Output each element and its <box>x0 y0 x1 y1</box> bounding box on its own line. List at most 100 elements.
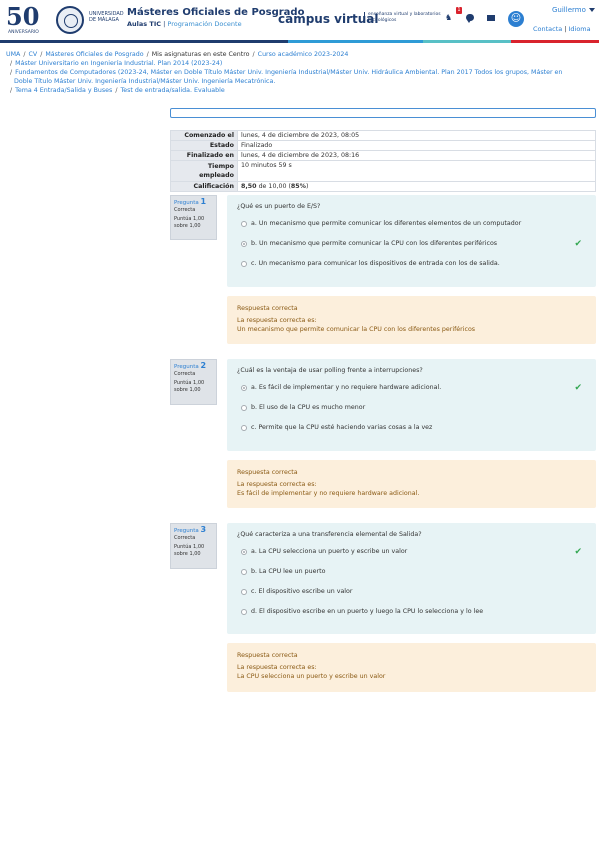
university-name: UNIVERSIDAD DE MÁLAGA <box>89 11 124 23</box>
breadcrumb-cv[interactable]: CV <box>28 51 37 58</box>
breadcrumb-masteres[interactable]: Másteres Oficiales de Posgrado <box>45 51 143 58</box>
feedback-status: Respuesta correcta <box>237 469 298 476</box>
summary-label: Tiempo empleado <box>170 160 238 182</box>
answer-option[interactable]: c. Un mecanismo para comunicar los dispo… <box>237 260 586 280</box>
feedback-box-1: Respuesta correcta La respuesta correcta… <box>227 296 596 344</box>
summary-label: Estado <box>170 140 238 151</box>
question-text: ¿Qué es un puerto de E/S? <box>237 203 321 210</box>
user-menu[interactable]: Guillermo <box>552 6 595 14</box>
grade-close: ) <box>306 183 309 190</box>
question-info-1: Pregunta 1 Correcta Puntúa 1,00 sobre 1,… <box>170 195 217 240</box>
question-text: ¿Qué caracteriza a una transferencia ele… <box>237 531 422 538</box>
question-status: Correcta <box>174 206 196 213</box>
aulas-tic-link[interactable]: Aulas TIC <box>127 20 161 28</box>
radio-button[interactable] <box>241 241 247 247</box>
summary-value: lunes, 4 de diciembre de 2023, 08:05 <box>237 130 596 141</box>
question-box-3: ¿Qué caracteriza a una transferencia ele… <box>227 523 596 634</box>
answer-option[interactable]: b. El uso de la CPU es mucho menor <box>237 404 586 424</box>
question-number: Pregunta 2 <box>174 361 207 371</box>
table-row: Calificación 8,50 de 10,00 (85%) <box>170 181 596 192</box>
answer-option[interactable]: b. Un mecanismo que permite comunicar la… <box>237 240 586 260</box>
summary-value: 10 minutos 59 s <box>237 160 596 182</box>
radio-button[interactable] <box>241 609 247 615</box>
summary-label: Comenzado el <box>170 130 238 141</box>
answer-option[interactable]: a. Es fácil de implementar y no requiere… <box>237 384 586 404</box>
breadcrumb-master-ii[interactable]: Máster Universitario en Ingeniería Indus… <box>15 60 222 67</box>
question-number: Pregunta 1 <box>174 197 207 207</box>
breadcrumb-uma[interactable]: UMA <box>6 51 20 58</box>
link-separator: | <box>564 25 567 33</box>
breadcrumb-curso[interactable]: Curso académico 2023-2024 <box>258 51 349 58</box>
radio-button[interactable] <box>241 589 247 595</box>
notification-badge: 1 <box>456 7 462 14</box>
campus-tagline: enseñanza virtual y laboratorios tecnoló… <box>364 12 444 23</box>
question-info-3: Pregunta 3 Correcta Puntúa 1,00 sobre 1,… <box>170 523 217 569</box>
breadcrumb-mis-asignaturas[interactable]: Mis asignaturas en este Centro <box>152 51 250 58</box>
answer-option[interactable]: a. Un mecanismo que permite comunicar lo… <box>237 220 586 240</box>
anniversary-logo[interactable]: 50 ANIVERSARIO <box>6 2 46 36</box>
table-row: Finalizado en lunes, 4 de diciembre de 2… <box>170 150 596 161</box>
quiz-navigation-box[interactable] <box>170 108 596 118</box>
mail-icon[interactable] <box>487 15 495 21</box>
breadcrumb-fundamentos[interactable]: Fundamentos de Computadores (2023-24, Má… <box>15 69 562 76</box>
radio-button[interactable] <box>241 569 247 575</box>
breadcrumb: UMA / CV / Másteres Oficiales de Posgrado / Mi… <box>6 51 563 94</box>
table-row: Estado Finalizado <box>170 140 596 151</box>
radio-button[interactable] <box>241 385 247 391</box>
university-seal-icon[interactable] <box>56 6 84 34</box>
radio-button[interactable] <box>241 425 247 431</box>
attempt-summary-table: Comenzado el lunes, 4 de diciembre de 20… <box>170 130 596 192</box>
breadcrumb-tema4[interactable]: Tema 4 Entrada/Salida y Buses <box>15 87 112 94</box>
site-header: 50 ANIVERSARIO UNIVERSIDAD DE MÁLAGA Más… <box>0 0 599 40</box>
question-status: Correcta <box>174 534 196 541</box>
feedback-box-2: Respuesta correcta La respuesta correcta… <box>227 460 596 508</box>
radio-button[interactable] <box>241 405 247 411</box>
answer-option[interactable]: c. Permite que la CPU esté haciendo vari… <box>237 424 586 444</box>
feedback-status: Respuesta correcta <box>237 305 298 312</box>
radio-button[interactable] <box>241 221 247 227</box>
summary-value: Finalizado <box>237 140 596 151</box>
top-links: Contacta | Idioma <box>533 25 591 33</box>
accessibility-icon[interactable]: ☺ <box>508 11 524 27</box>
check-icon: ✔ <box>574 547 582 557</box>
subtitle-separator: | <box>163 20 166 28</box>
breadcrumb-fundamentos-cont[interactable]: Doble Título Máster Univ. Ingeniería Ind… <box>14 78 275 85</box>
grade-value: 8,50 <box>241 183 257 190</box>
question-status: Correcta <box>174 370 196 377</box>
programacion-docente-link[interactable]: Programación Docente <box>167 20 241 28</box>
question-score: Puntúa 1,00 sobre 1,00 <box>174 216 205 229</box>
answer-option[interactable]: d. El dispositivo escribe en un puerto y… <box>237 608 586 628</box>
answer-option[interactable]: b. La CPU lee un puerto <box>237 568 586 588</box>
grade-value-cell: 8,50 de 10,00 (85%) <box>237 181 596 192</box>
check-icon: ✔ <box>574 239 582 249</box>
language-link[interactable]: Idioma <box>568 25 590 33</box>
contact-link[interactable]: Contacta <box>533 25 562 33</box>
summary-label: Finalizado en <box>170 150 238 161</box>
summary-value: lunes, 4 de diciembre de 2023, 08:16 <box>237 150 596 161</box>
brand-colorbar <box>0 40 599 43</box>
answer-option[interactable]: a. La CPU selecciona un puerto y escribe… <box>237 548 586 568</box>
question-info-2: Pregunta 2 Correcta Puntúa 1,00 sobre 1,… <box>170 359 217 405</box>
grade-label: Calificación <box>170 181 238 192</box>
feedback-box-3: Respuesta correcta La respuesta correcta… <box>227 643 596 692</box>
table-row: Comenzado el lunes, 4 de diciembre de 20… <box>170 130 596 141</box>
radio-button[interactable] <box>241 261 247 267</box>
site-subtitle: Aulas TIC | Programación Docente <box>127 20 242 28</box>
question-score: Puntúa 1,00 sobre 1,00 <box>174 544 205 557</box>
feedback-label: La respuesta correcta es: <box>237 664 317 671</box>
check-icon: ✔ <box>574 383 582 393</box>
bell-icon[interactable]: ♞ <box>445 14 453 22</box>
user-name: Guillermo <box>552 6 586 14</box>
question-number: Pregunta 3 <box>174 525 207 535</box>
question-score: Puntúa 1,00 sobre 1,00 <box>174 380 205 393</box>
anniversary-number: 50 <box>6 2 40 31</box>
feedback-label: La respuesta correcta es: <box>237 481 317 488</box>
question-text: ¿Cuál es la ventaja de usar polling fren… <box>237 367 423 374</box>
feedback-answer: Es fácil de implementar y no requiere ha… <box>237 490 420 497</box>
feedback-label: La respuesta correcta es: <box>237 317 317 324</box>
breadcrumb-test[interactable]: Test de entrada/salida. Evaluable <box>120 87 224 94</box>
radio-button[interactable] <box>241 549 247 555</box>
grade-percent: 85% <box>290 183 306 190</box>
chat-icon[interactable] <box>466 14 474 23</box>
answer-option[interactable]: c. El dispositivo escribe un valor <box>237 588 586 608</box>
